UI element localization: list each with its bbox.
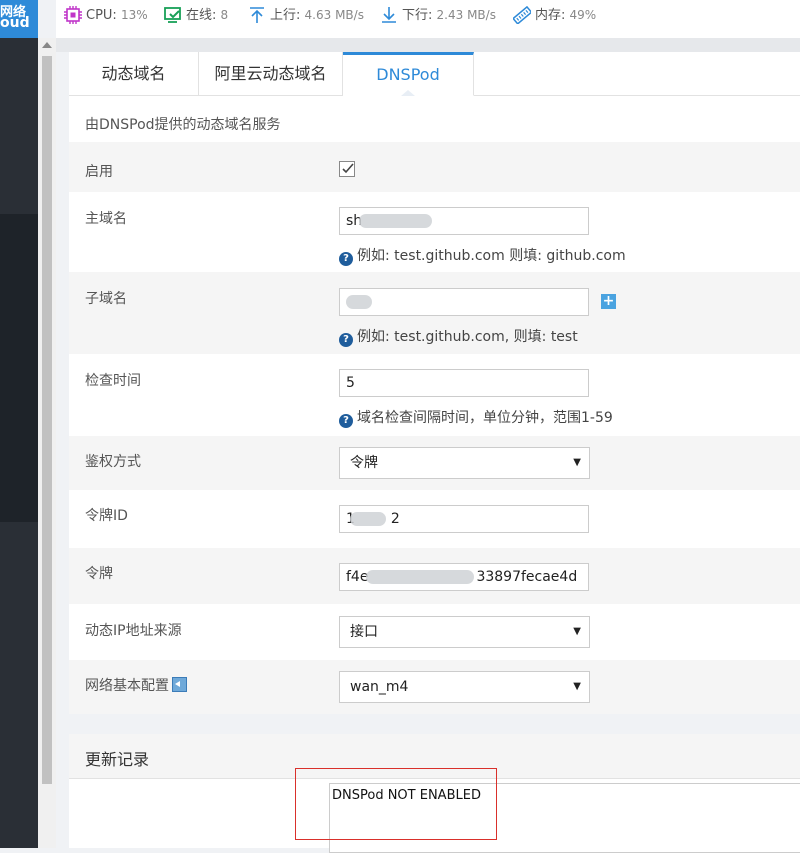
tab-aliyun-ddns[interactable]: 阿里云动态域名	[199, 52, 343, 95]
active-tab-caret	[401, 90, 415, 96]
brand-line-2: oud	[0, 15, 30, 31]
cpu-icon	[64, 6, 82, 24]
network-label: 网络基本配置	[85, 675, 187, 695]
memory-label: 内存:	[535, 8, 566, 23]
form-row-domain: 主域名 sh ? 例如: test.github.com 则填: github.c…	[69, 192, 800, 272]
upload-arrow-icon	[250, 7, 264, 23]
interval-value: 5	[346, 375, 355, 391]
add-subdomain-button[interactable]: +	[601, 294, 616, 309]
redaction-blur	[366, 570, 474, 584]
log-title: 更新记录	[85, 750, 150, 769]
form-row-token: 令牌 f4e 33897fecae4d	[69, 548, 800, 604]
memory-value: 49%	[569, 8, 597, 22]
domain-label: 主域名	[85, 211, 127, 227]
interval-label: 检查时间	[85, 373, 141, 389]
download-value: 2.43 MB/s	[436, 8, 496, 22]
subdomain-hint: ? 例如: test.github.com, 则填: test	[339, 326, 578, 347]
online-stat: 在线: 8	[164, 0, 228, 30]
form-row-token-id: 令牌ID 12	[69, 490, 800, 548]
download-label: 下行:	[402, 8, 433, 23]
memory-stat: 内存: 49%	[513, 0, 596, 30]
section-gap	[69, 714, 800, 734]
dnspod-panel: 动态域名 阿里云动态域名 DNSPod 由DNSPod提供的动态域名服务 启用 …	[69, 52, 800, 853]
page-scrollbar[interactable]	[38, 38, 56, 848]
tab-bar: 动态域名 阿里云动态域名 DNSPod	[69, 52, 800, 96]
redaction-blur	[346, 295, 372, 309]
network-selected: wan_m4	[350, 679, 409, 695]
token-end: 33897fecae4d	[476, 569, 578, 585]
subdomain-input[interactable]	[339, 288, 589, 316]
enable-checkbox[interactable]	[339, 161, 355, 177]
interval-input[interactable]: 5	[339, 369, 589, 397]
help-icon: ?	[339, 333, 353, 347]
interval-hint: ? 域名检查间隔时间，单位分钟，范围1-59	[339, 407, 613, 428]
tab-ddns[interactable]: 动态域名	[69, 52, 199, 95]
ip-source-label: 动态IP地址来源	[85, 623, 182, 639]
panel-description: 由DNSPod提供的动态域名服务	[85, 117, 281, 133]
dropdown-arrow-icon: ▼	[573, 626, 581, 637]
sidebar-active-section[interactable]	[0, 214, 38, 522]
online-devices-icon	[164, 7, 181, 23]
memory-icon	[513, 6, 531, 24]
upload-value: 4.63 MB/s	[304, 8, 364, 22]
cpu-value: 13%	[120, 8, 148, 22]
scroll-thumb[interactable]	[42, 56, 52, 784]
form-row-auth: 鉴权方式 令牌 ▼	[69, 436, 800, 490]
tab-dnspod[interactable]: DNSPod	[343, 52, 474, 96]
dropdown-arrow-icon: ▼	[573, 681, 581, 692]
cpu-stat: CPU: 13%	[64, 0, 148, 30]
auth-select[interactable]: 令牌 ▼	[339, 447, 590, 479]
token-label: 令牌	[85, 566, 113, 582]
upload-stat: 上行: 4.63 MB/s	[248, 0, 364, 30]
form-row-ip-source: 动态IP地址来源 接口 ▼	[69, 604, 800, 660]
cpu-label: CPU:	[86, 8, 117, 23]
highlight-box	[295, 768, 497, 840]
redaction-blur	[350, 512, 386, 526]
token-id-label: 令牌ID	[85, 508, 128, 524]
status-bar: CPU: 13% 在线: 8 上行: 4.63 MB/s 下行: 2.43 MB…	[56, 0, 800, 38]
form-row-subdomain: 子域名 + ? 例如: test.github.com, 则填: test	[69, 272, 800, 354]
upload-label: 上行:	[270, 8, 301, 23]
ip-source-selected: 接口	[350, 624, 378, 640]
network-select[interactable]: wan_m4 ▼	[339, 671, 590, 703]
download-arrow-icon	[382, 7, 396, 23]
enable-label: 启用	[85, 164, 113, 180]
help-icon: ?	[339, 414, 353, 428]
auth-label: 鉴权方式	[85, 454, 141, 470]
interval-hint-text: 域名检查间隔时间，单位分钟，范围1-59	[357, 410, 613, 426]
form-row-enable: 启用	[69, 142, 800, 192]
sidebar: 网络 oud	[0, 0, 38, 848]
brand-logo[interactable]: 网络 oud	[0, 0, 38, 38]
online-label: 在线:	[186, 8, 217, 23]
online-value: 8	[220, 8, 229, 22]
dropdown-arrow-icon: ▼	[573, 457, 581, 468]
subdomain-label: 子域名	[85, 291, 127, 307]
domain-hint: ? 例如: test.github.com 则填: github.com	[339, 245, 626, 266]
ip-source-select[interactable]: 接口 ▼	[339, 616, 590, 648]
form-row-interval: 检查时间 5 ? 域名检查间隔时间，单位分钟，范围1-59	[69, 354, 800, 436]
token-id-end: 2	[390, 511, 400, 527]
auth-selected: 令牌	[350, 455, 378, 471]
tab-dnspod-label: DNSPod	[376, 65, 440, 84]
subdomain-hint-text: 例如: test.github.com, 则填: test	[357, 329, 578, 345]
domain-hint-text: 例如: test.github.com 则填: github.com	[357, 248, 626, 264]
header-gap	[56, 38, 800, 52]
help-icon: ?	[339, 252, 353, 266]
download-stat: 下行: 2.43 MB/s	[380, 0, 496, 30]
network-label-text: 网络基本配置	[85, 678, 169, 694]
scroll-up-icon[interactable]	[42, 42, 52, 48]
back-link-icon[interactable]	[172, 677, 187, 692]
checkmark-icon	[342, 163, 354, 174]
redaction-blur	[359, 214, 432, 228]
form-row-network: 网络基本配置 wan_m4 ▼	[69, 660, 800, 714]
